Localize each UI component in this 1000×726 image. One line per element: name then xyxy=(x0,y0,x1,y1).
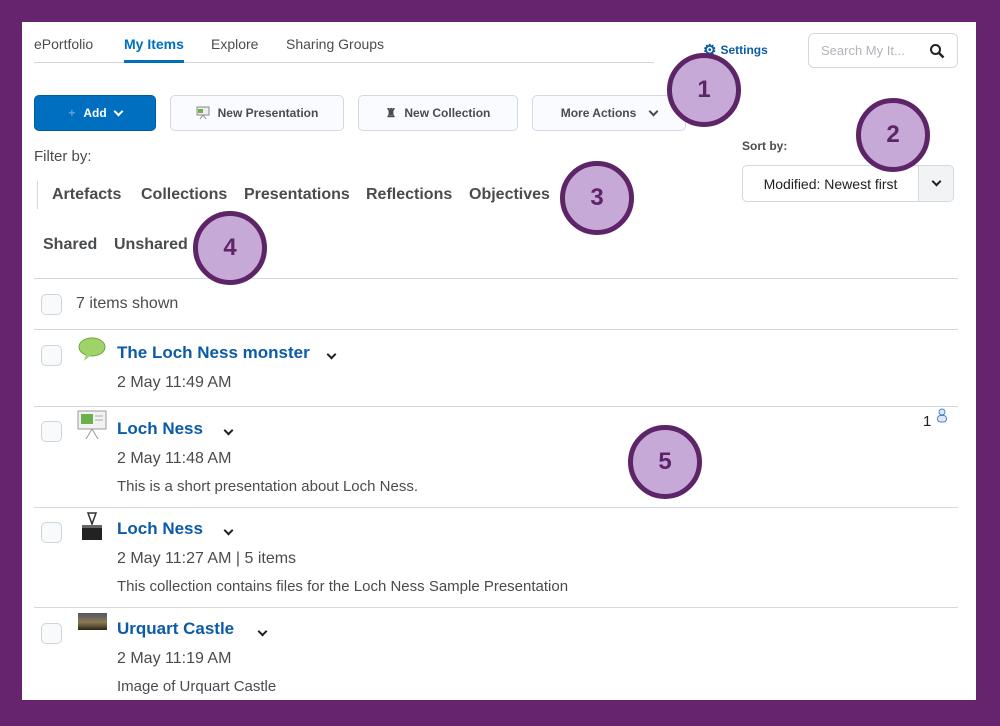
presentation-icon xyxy=(77,410,107,440)
filter-presentations[interactable]: Presentations xyxy=(244,186,350,204)
filter-collections[interactable]: Collections xyxy=(141,186,227,204)
eportfolio-page: ePortfolio My Items Explore Sharing Grou… xyxy=(22,22,976,700)
user-icon[interactable] xyxy=(936,408,948,423)
more-actions-label: More Actions xyxy=(560,106,637,120)
add-label: Add xyxy=(83,106,107,120)
more-actions-button[interactable]: More Actions xyxy=(532,95,686,131)
item-checkbox[interactable] xyxy=(41,623,62,644)
sort-dropdown-toggle[interactable] xyxy=(918,166,953,201)
item-title-link[interactable]: The Loch Ness monster xyxy=(117,343,310,363)
filter-reflections[interactable]: Reflections xyxy=(366,186,452,204)
sort-select[interactable]: Modified: Newest first xyxy=(742,165,954,202)
chevron-down-icon xyxy=(648,106,659,116)
new-collection-label: New Collection xyxy=(404,106,491,120)
binder-clip-icon: ♜ xyxy=(385,106,397,120)
chevron-down-icon xyxy=(113,106,124,116)
item-menu-button[interactable] xyxy=(257,622,268,640)
item-description: Image of Urquart Castle xyxy=(117,678,277,695)
new-presentation-button[interactable]: New Presentation xyxy=(170,95,344,131)
shared-count: 1 xyxy=(923,413,932,430)
tab-sharing-groups[interactable]: Sharing Groups xyxy=(286,36,384,52)
search-placeholder: Search My It... xyxy=(821,43,905,58)
item-title-link[interactable]: Loch Ness xyxy=(117,519,203,539)
presentation-icon xyxy=(196,106,210,120)
filter-artefacts[interactable]: Artefacts xyxy=(52,186,121,204)
item-menu-button[interactable] xyxy=(326,345,337,363)
tab-my-items[interactable]: My Items xyxy=(124,36,184,52)
divider xyxy=(34,406,958,407)
active-tab-indicator xyxy=(124,60,184,63)
filter-label: Filter by: xyxy=(34,148,92,165)
item-checkbox[interactable] xyxy=(41,522,62,543)
callout-badge: 4 xyxy=(193,211,267,285)
chevron-down-icon xyxy=(223,525,234,536)
tab-eportfolio[interactable]: ePortfolio xyxy=(34,36,93,52)
plus-icon: + xyxy=(68,106,76,120)
filter-shared[interactable]: Shared xyxy=(43,236,97,254)
sort-label: Sort by: xyxy=(742,139,788,153)
item-menu-button[interactable] xyxy=(223,421,234,439)
new-collection-button[interactable]: ♜ New Collection xyxy=(358,95,518,131)
item-checkbox[interactable] xyxy=(41,345,62,366)
image-thumbnail-icon xyxy=(78,613,107,630)
items-count: 7 items shown xyxy=(76,295,179,312)
divider xyxy=(34,329,958,330)
item-description: This is a short presentation about Loch … xyxy=(117,478,418,495)
item-checkbox[interactable] xyxy=(41,421,62,442)
new-presentation-label: New Presentation xyxy=(217,106,319,120)
add-button[interactable]: + Add xyxy=(34,95,156,131)
chevron-down-icon xyxy=(931,176,941,187)
chevron-down-icon xyxy=(223,425,234,436)
callout-badge: 1 xyxy=(667,53,741,127)
chevron-down-icon xyxy=(257,626,268,637)
item-description: This collection contains files for the L… xyxy=(117,578,569,595)
item-menu-button[interactable] xyxy=(223,521,234,539)
callout-badge: 5 xyxy=(628,425,702,499)
divider xyxy=(34,507,958,508)
settings-label: Settings xyxy=(720,43,768,57)
divider xyxy=(34,278,958,279)
tab-explore[interactable]: Explore xyxy=(211,36,258,52)
filter-objectives[interactable]: Objectives xyxy=(469,186,550,204)
filter-divider xyxy=(37,181,38,209)
search-icon[interactable] xyxy=(929,43,945,59)
reflection-icon xyxy=(78,337,106,361)
callout-badge: 3 xyxy=(560,161,634,235)
item-date: 2 May 11:27 AM | 5 items xyxy=(117,550,297,567)
item-date: 2 May 11:48 AM xyxy=(117,450,232,467)
item-title-link[interactable]: Loch Ness xyxy=(117,419,203,439)
divider xyxy=(34,607,958,608)
item-date: 2 May 11:19 AM xyxy=(117,650,232,667)
chevron-down-icon xyxy=(326,349,337,360)
search-input[interactable]: Search My It... xyxy=(808,33,958,68)
select-all-checkbox[interactable] xyxy=(41,294,62,315)
callout-badge: 2 xyxy=(856,98,930,172)
item-date: 2 May 11:49 AM xyxy=(117,374,232,391)
collection-icon xyxy=(82,512,102,540)
item-title-link[interactable]: Urquart Castle xyxy=(117,619,234,639)
filter-unshared[interactable]: Unshared xyxy=(114,236,188,254)
